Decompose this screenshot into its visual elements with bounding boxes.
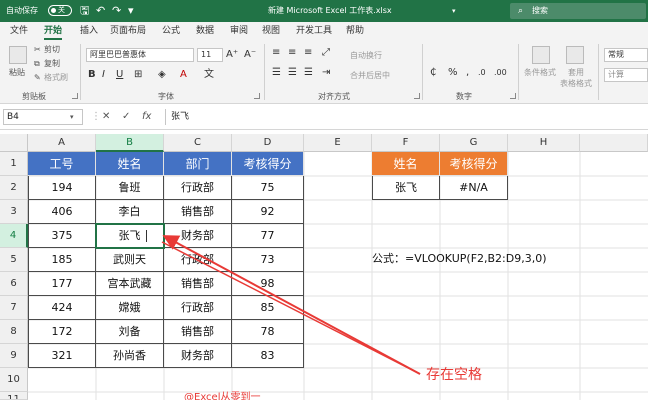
worksheet-grid: A B C D E F G H 1 2 3 4 5 6 7 8 9 10 11 … [0, 134, 648, 400]
underline-button[interactable]: U [116, 68, 123, 82]
comma-style-icon[interactable]: , [466, 66, 469, 80]
arrow-to-name-cell [162, 235, 421, 375]
conditional-format-icon[interactable] [532, 46, 550, 64]
document-title: 新建 Microsoft Excel 工作表.xlsx [268, 6, 392, 15]
format-table-icon[interactable] [566, 46, 584, 64]
undo-icon[interactable]: ↶ [96, 4, 105, 18]
group-separator [598, 44, 599, 100]
autosave-toggle[interactable]: 关 [48, 5, 72, 16]
customize-toolbar-icon[interactable]: ▾ [128, 4, 134, 18]
align-center-icon[interactable]: ☰ [288, 66, 297, 80]
borders-icon[interactable]: ⊞ [134, 68, 142, 82]
group-separator [422, 44, 423, 100]
number-format-select[interactable]: 常规 [604, 48, 648, 62]
phonetic-icon[interactable]: 文 [204, 68, 214, 82]
font-name-select[interactable]: 阿里巴巴普惠体 [86, 48, 194, 62]
callout-arrows [161, 235, 421, 375]
autosave-label: 自动保存 [6, 6, 38, 15]
italic-button[interactable]: I [102, 68, 105, 82]
group-separator [264, 44, 265, 100]
number-launcher-icon[interactable] [510, 93, 516, 99]
fill-color-icon[interactable]: ◈ [158, 68, 166, 82]
font-color-icon[interactable]: A [180, 68, 187, 82]
number-group-label: 数字 [456, 92, 472, 101]
bold-button[interactable]: B [88, 68, 96, 82]
increase-decimal-icon[interactable]: .0 [478, 66, 486, 80]
copy-icon[interactable]: ⧉ [34, 58, 40, 69]
font-launcher-icon[interactable] [254, 93, 260, 99]
merge-center-button[interactable]: 合并后居中 [350, 70, 390, 81]
copy-button[interactable]: 复制 [44, 58, 60, 69]
tab-developer[interactable]: 开发工具 [296, 25, 332, 37]
search-box[interactable]: ⌕ 搜索 [510, 3, 646, 19]
decrease-decimal-icon[interactable]: .00 [494, 66, 507, 80]
redo-icon[interactable]: ↷ [112, 4, 121, 18]
format-painter-icon[interactable]: ✎ [34, 72, 41, 83]
save-icon[interactable]: 🖫 [80, 4, 89, 18]
format-table-button[interactable]: 套用 表格格式 [560, 67, 592, 89]
accounting-format-icon[interactable]: ₵ [430, 66, 436, 80]
cut-icon[interactable]: ✂ [34, 44, 41, 55]
paste-button[interactable]: 粘贴 [9, 67, 25, 78]
conditional-format-button[interactable]: 条件格式 [524, 67, 556, 78]
tab-formulas[interactable]: 公式 [162, 25, 180, 37]
enter-icon[interactable]: ✓ [122, 111, 130, 123]
tab-file[interactable]: 文件 [10, 25, 28, 37]
name-box-dropdown-icon[interactable]: ▾ [70, 112, 74, 122]
percent-icon[interactable]: % [448, 66, 458, 80]
align-right-icon[interactable]: ☰ [304, 66, 313, 80]
group-separator [80, 44, 81, 100]
align-middle-icon[interactable]: ≡ [288, 46, 296, 60]
tab-help[interactable]: 帮助 [346, 25, 364, 37]
ribbon-tabs: 文件 开始 插入 页面布局 公式 数据 审阅 视图 开发工具 帮助 [0, 22, 648, 40]
calc-button[interactable]: 计算 [604, 68, 648, 82]
tab-insert[interactable]: 插入 [80, 25, 98, 37]
insert-function-icon[interactable]: fx [142, 111, 151, 123]
indent-icon[interactable]: ⇥ [322, 66, 330, 80]
paste-icon[interactable] [9, 46, 27, 64]
align-bottom-icon[interactable]: ≡ [304, 46, 312, 60]
search-icon: ⌕ [518, 6, 524, 16]
group-separator [518, 44, 519, 100]
tab-data[interactable]: 数据 [196, 25, 214, 37]
ribbon: 粘贴 ✂ 剪切 ⧉ 复制 ✎ 格式刷 剪贴板 阿里巴巴普惠体 11 A⁺ A⁻ … [0, 40, 648, 104]
align-top-icon[interactable]: ≡ [272, 46, 280, 60]
more-options-icon: ⋮ [91, 111, 101, 122]
clipboard-group-label: 剪贴板 [22, 92, 46, 101]
cut-button[interactable]: 剪切 [44, 44, 60, 55]
search-label: 搜索 [532, 6, 548, 15]
tab-review[interactable]: 审阅 [230, 25, 248, 37]
formula-input[interactable]: 张飞 [165, 109, 645, 125]
arrow-secondary [161, 241, 421, 375]
wrap-text-button[interactable]: 自动换行 [350, 50, 382, 61]
toggle-knob [51, 8, 56, 13]
font-group-label: 字体 [158, 92, 174, 101]
formula-bar: B4 ▾ ⋮ ✕ ✓ fx 张飞 [0, 104, 648, 130]
format-painter-button[interactable]: 格式刷 [44, 72, 68, 83]
decrease-font-icon[interactable]: A⁻ [244, 48, 256, 62]
tab-home[interactable]: 开始 [44, 25, 63, 40]
alignment-launcher-icon[interactable] [414, 93, 420, 99]
alignment-group-label: 对齐方式 [318, 92, 350, 101]
tab-page-layout[interactable]: 页面布局 [110, 25, 146, 37]
tab-view[interactable]: 视图 [262, 25, 280, 37]
increase-font-icon[interactable]: A⁺ [226, 48, 238, 62]
orientation-icon[interactable]: ⤢ [322, 46, 330, 60]
cancel-icon[interactable]: ✕ [102, 111, 110, 123]
autosave-state: 关 [58, 6, 65, 14]
title-dropdown-icon[interactable]: ▾ [452, 4, 456, 18]
title-bar: 自动保存 关 🖫 ↶ ↷ ▾ 新建 Microsoft Excel 工作表.xl… [0, 0, 648, 22]
font-size-select[interactable]: 11 [197, 48, 223, 62]
align-left-icon[interactable]: ☰ [272, 66, 281, 80]
clipboard-launcher-icon[interactable] [72, 93, 78, 99]
